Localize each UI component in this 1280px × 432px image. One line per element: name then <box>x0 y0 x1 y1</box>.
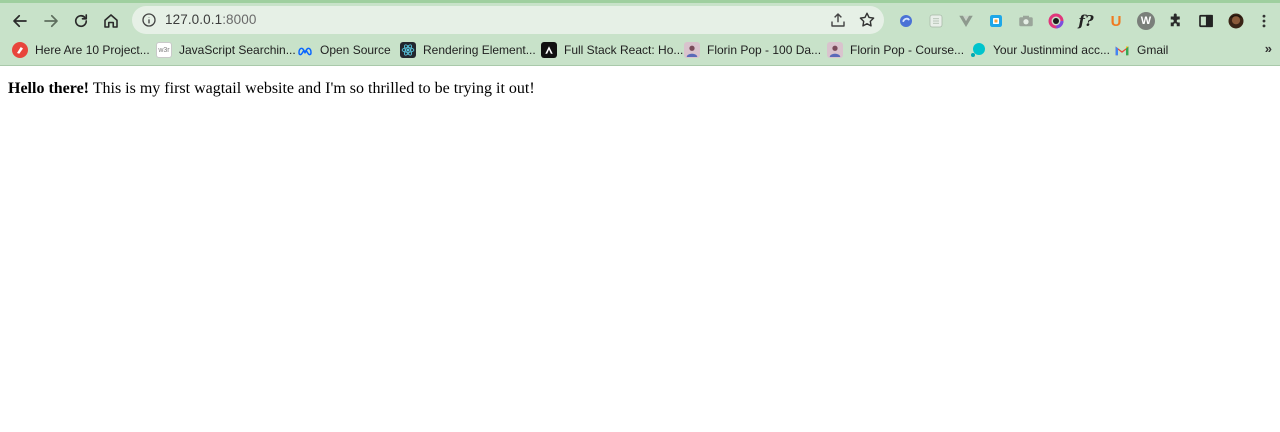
side-panel-icon <box>1199 14 1213 28</box>
vue-extension-icon <box>959 15 973 27</box>
react-icon <box>400 42 416 58</box>
bookmarks-bar: Here Are 10 Project... w3r JavaScript Se… <box>0 36 1280 66</box>
w3resource-icon: w3r <box>156 42 172 58</box>
profile-avatar[interactable] <box>1226 11 1246 31</box>
w-extension-icon: W <box>1137 12 1155 30</box>
extension-blue-swirl[interactable] <box>896 11 916 31</box>
extension-w[interactable]: W <box>1136 11 1156 31</box>
page-viewport: Hello there! This is my first wagtail we… <box>0 67 1280 432</box>
extension-colorpick[interactable] <box>986 11 1006 31</box>
greeting-text: This is my first wagtail website and I'm… <box>89 80 535 97</box>
greeting-paragraph: Hello there! This is my first wagtail we… <box>8 80 535 98</box>
extension-color-ring[interactable] <box>1046 11 1066 31</box>
extension-u[interactable]: U <box>1106 11 1126 31</box>
browser-toolbar: 127.0.0.1:8000 f? U W <box>0 0 1280 36</box>
person-avatar-icon <box>684 42 700 58</box>
info-icon[interactable] <box>141 12 157 28</box>
color-ring-icon <box>1048 13 1064 29</box>
extension-grid[interactable] <box>926 11 946 31</box>
avatar-icon <box>1228 13 1244 29</box>
extension-camera[interactable] <box>1016 11 1036 31</box>
justinmind-icon <box>970 42 986 58</box>
extension-vue[interactable] <box>956 11 976 31</box>
home-icon <box>104 14 118 28</box>
forward-button[interactable] <box>37 7 65 35</box>
gmail-icon <box>1114 42 1130 58</box>
grid-extension-icon <box>929 14 943 28</box>
browser-menu-button[interactable] <box>1254 11 1274 31</box>
puzzle-icon <box>1170 13 1180 27</box>
fullstack-logo-icon <box>541 42 557 58</box>
person-avatar-icon <box>827 42 843 58</box>
swirl-extension-icon <box>900 15 912 27</box>
bookmark-gmail[interactable]: Gmail <box>1110 39 1172 61</box>
home-button[interactable] <box>97 7 125 35</box>
share-icon[interactable] <box>829 11 847 29</box>
back-button[interactable] <box>6 7 34 35</box>
camera-icon <box>1019 15 1033 27</box>
colorpick-extension-icon <box>990 15 1002 27</box>
u-extension-icon: U <box>1110 12 1122 30</box>
bookmark-florin-pop-courses[interactable]: Florin Pop - Course... <box>823 39 968 61</box>
bookmark-javascript-searching[interactable]: w3r JavaScript Searchin... <box>152 39 300 61</box>
url-text[interactable]: 127.0.0.1:8000 <box>165 12 257 27</box>
fx-icon: f? <box>1078 12 1094 30</box>
bookmarks-overflow-button[interactable]: » <box>1265 41 1272 56</box>
bookmark-here-are-10-projects[interactable]: Here Are 10 Project... <box>8 39 154 61</box>
arrow-left-icon <box>13 14 27 28</box>
arrow-right-icon <box>44 14 58 28</box>
red-brush-icon <box>12 42 28 58</box>
side-panel-button[interactable] <box>1196 11 1216 31</box>
star-icon[interactable] <box>858 11 876 29</box>
kebab-menu-icon <box>1262 14 1266 28</box>
reload-button[interactable] <box>67 7 95 35</box>
bookmark-full-stack-react[interactable]: Full Stack React: Ho... <box>537 39 687 61</box>
extension-fx[interactable]: f? <box>1076 11 1096 31</box>
meta-icon <box>297 42 313 58</box>
greeting-bold: Hello there! <box>8 80 90 97</box>
address-bar[interactable]: 127.0.0.1:8000 <box>132 6 884 34</box>
bookmark-justinmind[interactable]: Your Justinmind acc... <box>966 39 1114 61</box>
reload-icon <box>74 14 88 28</box>
bookmark-florin-pop-100-days[interactable]: Florin Pop - 100 Da... <box>680 39 825 61</box>
bookmark-open-source[interactable]: Open Source <box>293 39 395 61</box>
extensions-button[interactable] <box>1166 11 1186 31</box>
bookmark-rendering-elements[interactable]: Rendering Element... <box>396 39 540 61</box>
